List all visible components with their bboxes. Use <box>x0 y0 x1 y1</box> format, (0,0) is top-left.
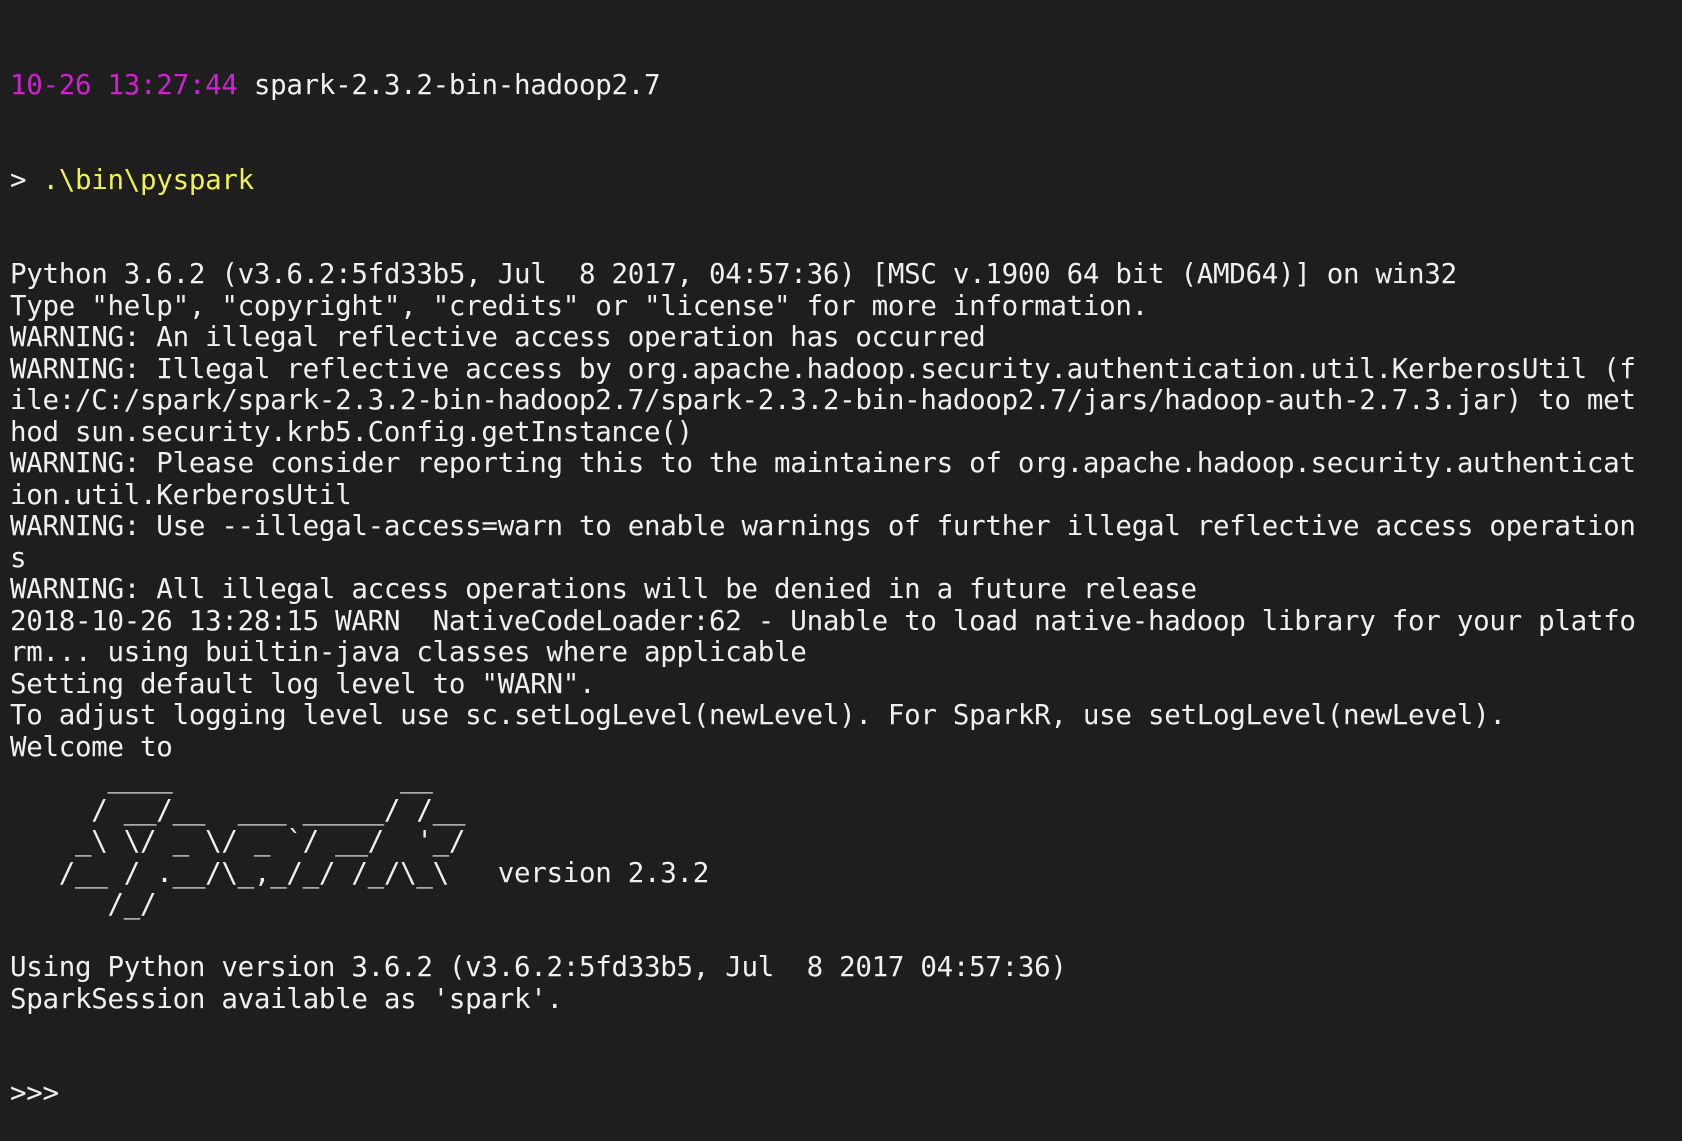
shell-prompt-symbol: > <box>10 163 43 196</box>
session-timestamp: 10-26 13:27:44 <box>10 69 238 101</box>
output-line: Setting default log level to "WARN". <box>10 667 596 700</box>
output-line: _\ \/ _ \/ _ `/ __/ '_/ <box>10 825 466 857</box>
output-line: WARNING: All illegal access operations w… <box>10 573 1197 605</box>
output-line: ion.util.KerberosUtil <box>10 478 352 511</box>
output-line: WARNING: An illegal reflective access op… <box>10 321 986 353</box>
session-header-line: 10-26 13:27:44 spark-2.3.2-bin-hadoop2.7 <box>10 69 1672 102</box>
output-line: hod sun.security.krb5.Config.getInstance… <box>10 415 693 448</box>
terminal-output: Python 3.6.2 (v3.6.2:5fd33b5, Jul 8 2017… <box>10 258 1672 1015</box>
output-line: s <box>10 541 27 574</box>
output-line: Type "help", "copyright", "credits" or "… <box>10 289 1148 322</box>
output-line: ____ __ <box>10 762 433 794</box>
output-line: rm... using builtin-java classes where a… <box>10 636 807 668</box>
output-line: Using Python version 3.6.2 (v3.6.2:5fd33… <box>10 951 1067 983</box>
output-line: Python 3.6.2 (v3.6.2:5fd33b5, Jul 8 2017… <box>10 258 1457 290</box>
output-line: WARNING: Use --illegal-access=warn to en… <box>10 510 1636 542</box>
output-line: / __/__ ___ _____/ /__ <box>10 793 466 826</box>
current-directory: spark-2.3.2-bin-hadoop2.7 <box>237 69 661 101</box>
output-line: Welcome to <box>10 730 173 763</box>
output-line: WARNING: Please consider reporting this … <box>10 447 1636 479</box>
output-line: SparkSession available as 'spark'. <box>10 982 563 1015</box>
output-line: 2018-10-26 13:28:15 WARN NativeCodeLoade… <box>10 604 1636 637</box>
output-line: ile:/C:/spark/spark-2.3.2-bin-hadoop2.7/… <box>10 384 1636 416</box>
output-line: /__ / .__/\_,_/_/ /_/\_\ version 2.3.2 <box>10 856 710 889</box>
python-repl-prompt[interactable]: >>> <box>10 1077 1672 1110</box>
entered-command: .\bin\pyspark <box>42 163 255 196</box>
output-line: WARNING: Illegal reflective access by or… <box>10 352 1636 385</box>
output-line: /_/ <box>10 888 157 920</box>
terminal-window[interactable]: 10-26 13:27:44 spark-2.3.2-bin-hadoop2.7… <box>0 0 1682 1109</box>
command-line: > .\bin\pyspark <box>10 163 1672 197</box>
output-line: To adjust logging level use sc.setLogLev… <box>10 699 1506 731</box>
